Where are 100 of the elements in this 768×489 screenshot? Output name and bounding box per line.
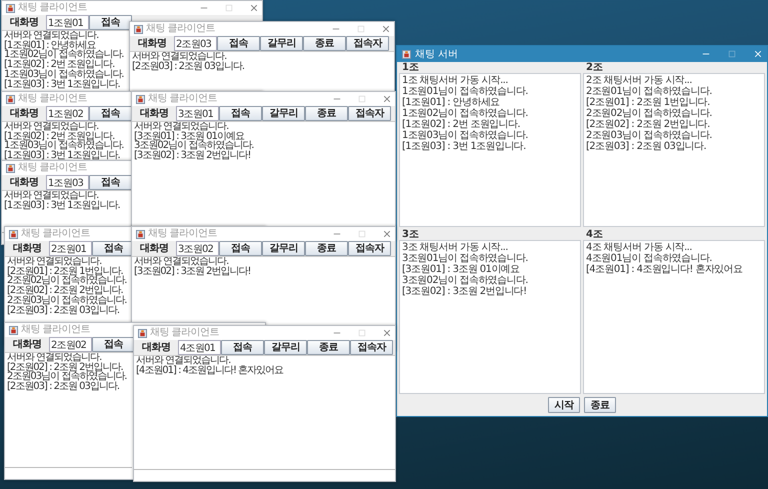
log-message: 1조원02님이 접속하였습니다. [402, 108, 528, 119]
nickname-label: 대화명 [8, 16, 40, 30]
toolbar-button[interactable]: 접속 [219, 241, 262, 256]
log-message: [3조원02] : 3조원 2번입니다! [402, 286, 527, 297]
toolbar-button[interactable]: 갈무리 [262, 106, 305, 121]
close-icon[interactable] [250, 4, 258, 12]
nickname-label: 대화명 [8, 107, 40, 121]
toolbar-button[interactable]: 접속 [92, 337, 135, 352]
window-title: 채팅 서버 [415, 48, 458, 61]
toolbar-button[interactable]: 종료 [305, 241, 348, 256]
chat-message: [2조원03] : 2조원 03입니다. [7, 382, 120, 392]
nickname-field[interactable]: 2조원02 [49, 337, 92, 352]
chat-message: [1조원03] : 3번 1조원입니다. [4, 151, 120, 161]
toolbar-button[interactable]: 접속 [89, 106, 132, 121]
log-message: 4조원01님이 접속하였습니다. [586, 253, 712, 264]
toolbar-button[interactable]: 종료 [303, 36, 346, 51]
toolbar-button[interactable]: 접속자 [348, 241, 391, 256]
toolbar-button[interactable]: 갈무리 [262, 241, 305, 256]
toolbar-button[interactable]: 종료 [305, 106, 348, 121]
server-button[interactable]: 종료 [584, 397, 616, 413]
chat-message: [3조원02] : 3조원 2번입니다! [134, 266, 251, 276]
log-message: [3조원01] : 3조원 01이예요 [402, 264, 520, 275]
app-icon [136, 230, 145, 238]
nickname-label: 대화명 [12, 338, 42, 352]
window-title: 채팅 클라이언트 [148, 93, 218, 105]
nickname-field[interactable]: 1조원01 [46, 15, 89, 30]
app-icon [9, 230, 18, 238]
toolbar-button[interactable]: 접속자 [350, 340, 393, 355]
log-message: 2조원02님이 접속하였습니다. [586, 108, 712, 119]
close-icon[interactable] [383, 95, 391, 103]
nickname-field[interactable]: 3조원01 [176, 106, 219, 121]
app-icon [402, 50, 411, 58]
maximize-icon[interactable] [728, 50, 736, 58]
nickname-field[interactable]: 2조원01 [49, 241, 92, 256]
close-icon[interactable] [382, 25, 390, 33]
app-icon [6, 94, 15, 104]
window-title: 채팅 클라이언트 [146, 23, 216, 35]
nickname-field[interactable]: 3조원02 [176, 241, 219, 256]
log-message: 3조원01님이 접속하였습니다. [402, 253, 528, 264]
chat-message: [1조원03] : 3번 1조원입니다. [4, 200, 120, 210]
window-title: 채팅 클라이언트 [148, 228, 218, 240]
log-message: 3조 채팅서버 가동 시작... [402, 242, 508, 253]
message-input[interactable] [134, 469, 395, 480]
chat-message: 1조원03님이 접속하였습니다. [4, 141, 124, 152]
app-icon [6, 164, 15, 172]
panel-label: 1조 [401, 62, 419, 73]
nickname-field[interactable]: 1조원03 [46, 175, 89, 190]
chat-message: 3조원02님이 접속하였습니다. [134, 141, 254, 152]
panel-label: 4조 [585, 229, 603, 240]
toolbar-button[interactable]: 접속 [89, 15, 132, 30]
window-title: 채팅 클라이언트 [18, 162, 88, 174]
toolbar-button[interactable]: 접속 [217, 36, 260, 51]
toolbar-button[interactable]: 접속자 [348, 106, 391, 121]
window-title: 채팅 클라이언트 [21, 324, 90, 336]
nickname-field[interactable]: 4조원01 [178, 340, 221, 355]
log-message: [1조원01] : 안녕하세요 [402, 97, 500, 108]
chat-message: [2조원01] : 2조원 1번입니다. [7, 266, 123, 276]
log-message: [2조원03] : 2조원 03입니다. [586, 141, 706, 152]
toolbar-button[interactable]: 갈무리 [264, 340, 307, 355]
log-message: 1조 채팅서버 가동 시작... [402, 75, 508, 86]
log-message: 2조원01님이 접속하였습니다. [586, 86, 712, 97]
log-message: 1조원01님이 접속하였습니다. [402, 86, 528, 97]
toolbar-button[interactable]: 접속 [219, 106, 262, 121]
window-title: 채팅 클라이언트 [18, 2, 88, 14]
close-icon[interactable] [383, 329, 391, 337]
chat-message: [3조원01] : 3조원 01이예요 [134, 132, 244, 142]
toolbar-button[interactable]: 접속 [221, 340, 264, 355]
log-message: [2조원01] : 2조원 1번입니다. [586, 97, 710, 108]
log-message: 2조 채팅서버 가동 시작... [586, 75, 692, 86]
chat-message: [1조원03] : 3번 1조원입니다. [4, 80, 120, 90]
toolbar-button[interactable]: 접속 [89, 175, 132, 190]
panel-label: 2조 [585, 62, 603, 73]
nickname-label: 대화명 [138, 107, 170, 121]
nickname-field[interactable]: 2조원03 [174, 36, 217, 51]
app-icon [136, 94, 145, 104]
chat-message: 1조원02님이 접속하였습니다. [4, 50, 124, 60]
app-icon [134, 24, 143, 34]
toolbar-button[interactable]: 종료 [307, 340, 350, 355]
nickname-label: 대화명 [12, 242, 42, 256]
chat-message: [2조원03] : 2조원 03입니다. [132, 62, 244, 72]
toolbar-button[interactable]: 접속자 [346, 36, 389, 51]
message-input[interactable] [5, 467, 132, 478]
chat-message: [2조원03] : 2조원 03입니다. [7, 306, 120, 316]
window-title: 채팅 클라이언트 [18, 93, 88, 105]
panel-label: 3조 [401, 229, 419, 240]
chat-message: 1조원03님이 접속하였습니다. [4, 70, 124, 80]
log-message: [4조원01] : 4조원입니다! 혼자있어요 [586, 264, 742, 275]
chat-message: [2조원02] : 2조원 2번입니다. [7, 286, 123, 296]
log-message: 1조원03님이 접속하였습니다. [402, 130, 528, 141]
nickname-label: 대화명 [138, 242, 170, 256]
chat-message: [3조원02] : 3조원 2번입니다! [134, 151, 251, 161]
chat-message: 2조원03님이 접속하였습니다. [7, 372, 126, 382]
window-title: 채팅 클라이언트 [21, 228, 90, 240]
server-button[interactable]: 시작 [548, 397, 580, 413]
app-icon [6, 4, 15, 12]
toolbar-button[interactable]: 갈무리 [260, 36, 303, 51]
chat-message: [2조원02] : 2조원 2번입니다. [7, 362, 123, 372]
close-icon[interactable] [383, 230, 391, 238]
chat-message: 2조원02님이 접속하였습니다. [7, 276, 126, 286]
nickname-field[interactable]: 1조원02 [46, 106, 89, 121]
